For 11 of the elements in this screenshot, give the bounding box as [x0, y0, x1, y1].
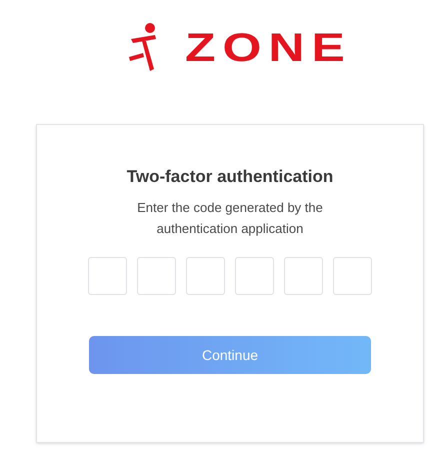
description-text: Enter the code generated by the authentication application [136, 199, 324, 238]
card-title: Two-factor authentication [126, 166, 334, 188]
code-digit-field[interactable] [88, 257, 127, 295]
code-digit-field[interactable] [186, 257, 225, 295]
continue-button[interactable]: Continue [89, 336, 371, 374]
logo-text: ZONE [184, 28, 352, 68]
runner-icon [128, 23, 158, 73]
code-digit-field[interactable] [235, 257, 274, 295]
code-digit-field[interactable] [137, 257, 176, 295]
code-digit-field[interactable] [333, 257, 372, 295]
code-digit-field[interactable] [284, 257, 323, 295]
